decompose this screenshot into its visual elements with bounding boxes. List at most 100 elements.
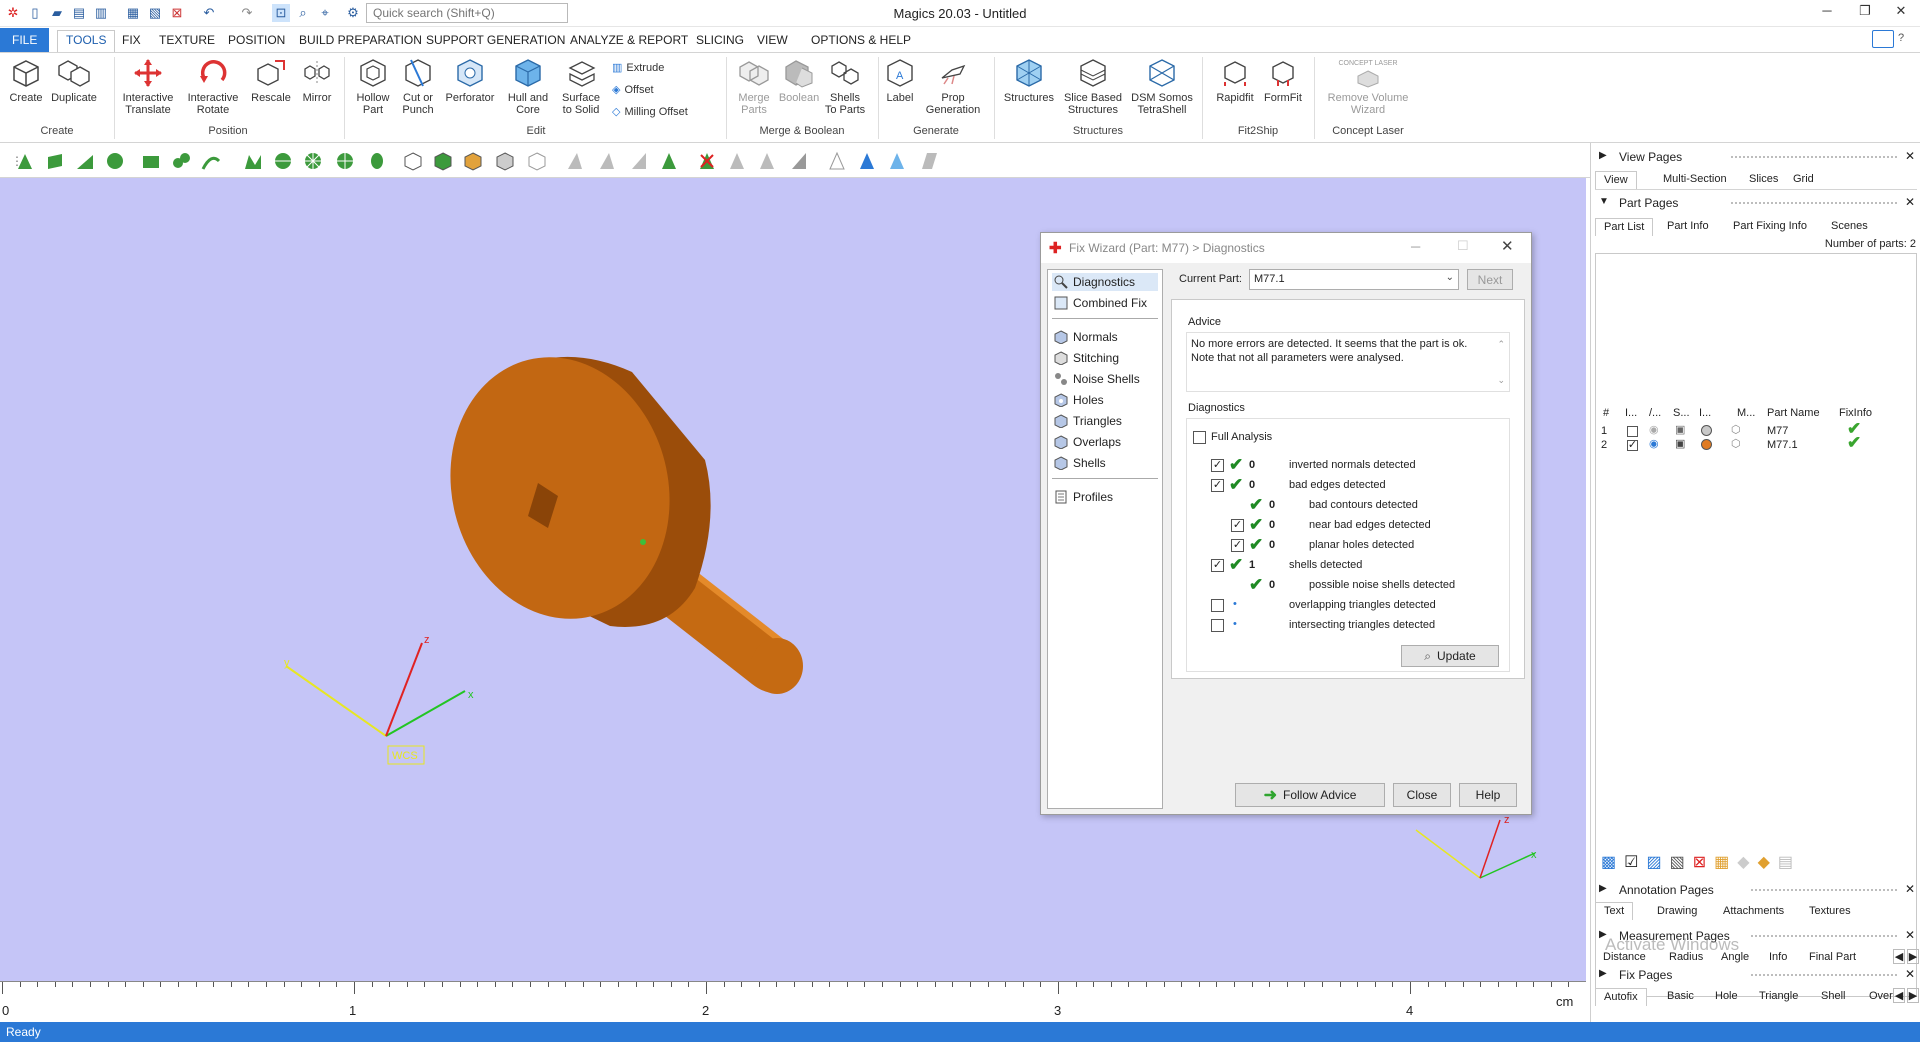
col-material[interactable]: M...: [1737, 407, 1755, 419]
scroll-right-icon[interactable]: ▶: [1907, 988, 1919, 1003]
hollow-part-button[interactable]: Hollow Part: [350, 57, 396, 116]
tab-basic[interactable]: Basic: [1659, 988, 1702, 1006]
select-all-icon[interactable]: ☑: [1624, 852, 1638, 872]
close-icon[interactable]: ✕: [1905, 149, 1915, 163]
close-icon[interactable]: ✕: [1905, 967, 1915, 981]
mirror-button[interactable]: Mirror: [296, 57, 338, 104]
col-fixinfo[interactable]: FixInfo: [1839, 407, 1872, 419]
update-button[interactable]: ⌕ Update: [1401, 645, 1499, 667]
mark-triangle-7-icon[interactable]: [788, 150, 810, 172]
material-icon[interactable]: ⬡: [1731, 423, 1741, 436]
search-settings-icon[interactable]: ⚙: [344, 4, 362, 22]
dialog-maximize-icon[interactable]: ☐: [1457, 238, 1469, 254]
hull-and-core-button[interactable]: Hull and Core: [502, 57, 554, 116]
close-icon[interactable]: ✕: [1905, 928, 1915, 942]
label-part-icon[interactable]: ◆: [1737, 852, 1749, 872]
material-icon[interactable]: ⬡: [1731, 437, 1741, 450]
diagnostic-checkbox[interactable]: [1211, 619, 1224, 632]
mark-triangle-5-icon[interactable]: [726, 150, 748, 172]
unmark-icon[interactable]: [696, 150, 718, 172]
load-part-icon[interactable]: ▩: [1601, 852, 1616, 872]
app-logo-icon[interactable]: ✲: [4, 4, 22, 22]
mark-triangle-2-icon[interactable]: [596, 150, 618, 172]
tab-scenes[interactable]: Scenes: [1823, 218, 1876, 236]
boolean-button[interactable]: Boolean: [776, 57, 822, 104]
select-icon[interactable]: ⊡: [272, 4, 290, 22]
select-curve-icon[interactable]: [200, 150, 222, 172]
fix-pages-header[interactable]: ▶ Fix Pages ✕: [1591, 965, 1920, 985]
copy-part-icon[interactable]: ▨: [1646, 852, 1661, 872]
tab-analyze-report[interactable]: ANALYZE & REPORT: [562, 31, 696, 51]
tab-textures[interactable]: Textures: [1801, 903, 1859, 921]
shading-icon[interactable]: ▣: [1675, 437, 1685, 450]
dialog-close-icon[interactable]: ✕: [1501, 237, 1514, 255]
nav-shells[interactable]: Shells: [1052, 454, 1158, 472]
tab-hole[interactable]: Hole: [1707, 988, 1746, 1006]
select-fan-icon[interactable]: [302, 150, 324, 172]
diagnostic-checkbox[interactable]: ✓: [1211, 459, 1224, 472]
eye-icon[interactable]: ◉: [1649, 437, 1659, 450]
current-part-select[interactable]: M77.1 ⌄: [1249, 269, 1459, 290]
interactive-rotate-button[interactable]: Interactive Rotate: [184, 57, 242, 116]
row-include-checkbox[interactable]: [1627, 426, 1638, 437]
quick-search-input[interactable]: [366, 3, 568, 23]
view-box-3-icon[interactable]: [462, 150, 484, 172]
scroll-left-icon[interactable]: ◀: [1893, 988, 1905, 1003]
shells-to-parts-button[interactable]: Shells To Parts: [824, 57, 866, 116]
col-include[interactable]: I...: [1625, 407, 1637, 419]
help-icon[interactable]: ?: [1898, 32, 1904, 44]
tab-attachments[interactable]: Attachments: [1715, 903, 1792, 921]
part-pages-header[interactable]: ▼ Part Pages ✕: [1591, 193, 1920, 213]
tab-support-generation[interactable]: SUPPORT GENERATION: [418, 31, 573, 51]
tab-position[interactable]: POSITION: [220, 31, 293, 51]
view-box-5-icon[interactable]: [526, 150, 548, 172]
select-triangle-icon[interactable]: [14, 150, 36, 172]
create-button[interactable]: Create: [6, 57, 46, 104]
close-file-icon[interactable]: ⊠: [168, 4, 186, 22]
scroll-down-icon[interactable]: ⌄: [1497, 373, 1505, 387]
dialog-minimize-icon[interactable]: ─: [1411, 239, 1420, 254]
col-number[interactable]: #: [1603, 407, 1609, 419]
milling-offset-button[interactable]: ◇ Milling Offset: [612, 105, 688, 119]
col-info[interactable]: I...: [1699, 407, 1711, 419]
prop-generation-button[interactable]: Prop Generation: [922, 57, 984, 116]
mark-triangle-3-icon[interactable]: [628, 150, 650, 172]
tab-slices[interactable]: Slices: [1741, 171, 1786, 189]
nav-holes[interactable]: Holes: [1052, 391, 1158, 409]
nav-diagnostics[interactable]: Diagnostics: [1052, 273, 1158, 291]
merge-parts-button[interactable]: Merge Parts: [732, 57, 776, 116]
diagnostic-checkbox[interactable]: ✓: [1231, 539, 1244, 552]
slice-based-structures-button[interactable]: Slice Based Structures: [1060, 57, 1126, 116]
mark-triangle-10-icon[interactable]: [886, 150, 908, 172]
tab-autofix[interactable]: Autofix: [1595, 988, 1647, 1006]
tab-options-help[interactable]: OPTIONS & HELP: [803, 31, 919, 51]
diagnostic-checkbox[interactable]: [1211, 599, 1224, 612]
cut-or-punch-button[interactable]: Cut or Punch: [398, 57, 438, 116]
row-include-checkbox[interactable]: ✓: [1627, 440, 1638, 451]
new-file-icon[interactable]: ▯: [26, 4, 44, 22]
select-surface-icon[interactable]: [74, 150, 96, 172]
tab-tools[interactable]: TOOLS: [57, 30, 116, 52]
tab-part-list[interactable]: Part List: [1595, 218, 1654, 236]
diagnostic-checkbox[interactable]: ✓: [1231, 519, 1244, 532]
tab-view[interactable]: VIEW: [749, 31, 796, 51]
tab-build-preparation[interactable]: BUILD PREPARATION: [291, 31, 430, 51]
maximize-icon[interactable]: ❐: [1850, 3, 1880, 23]
full-analysis-checkbox[interactable]: [1193, 431, 1206, 444]
select-rectangle-icon[interactable]: [140, 150, 162, 172]
nav-triangles[interactable]: Triangles: [1052, 412, 1158, 430]
select-polyline-icon[interactable]: [242, 150, 264, 172]
undo-icon[interactable]: ↶: [200, 4, 218, 22]
col-part-name[interactable]: Part Name: [1767, 407, 1820, 419]
mark-triangle-8-icon[interactable]: [826, 150, 848, 172]
tab-texture[interactable]: TEXTURE: [151, 31, 223, 51]
mark-triangle-6-icon[interactable]: [756, 150, 778, 172]
structures-button[interactable]: Structures: [1000, 57, 1058, 104]
nav-stitching[interactable]: Stitching: [1052, 349, 1158, 367]
tab-shell[interactable]: Shell: [1813, 988, 1853, 1006]
col-shading[interactable]: S...: [1673, 407, 1690, 419]
select-shell-icon[interactable]: [104, 150, 126, 172]
delete-part-icon[interactable]: ⊠: [1693, 852, 1706, 872]
duplicate-button[interactable]: Duplicate: [50, 57, 98, 104]
help-button[interactable]: Help: [1459, 783, 1517, 807]
